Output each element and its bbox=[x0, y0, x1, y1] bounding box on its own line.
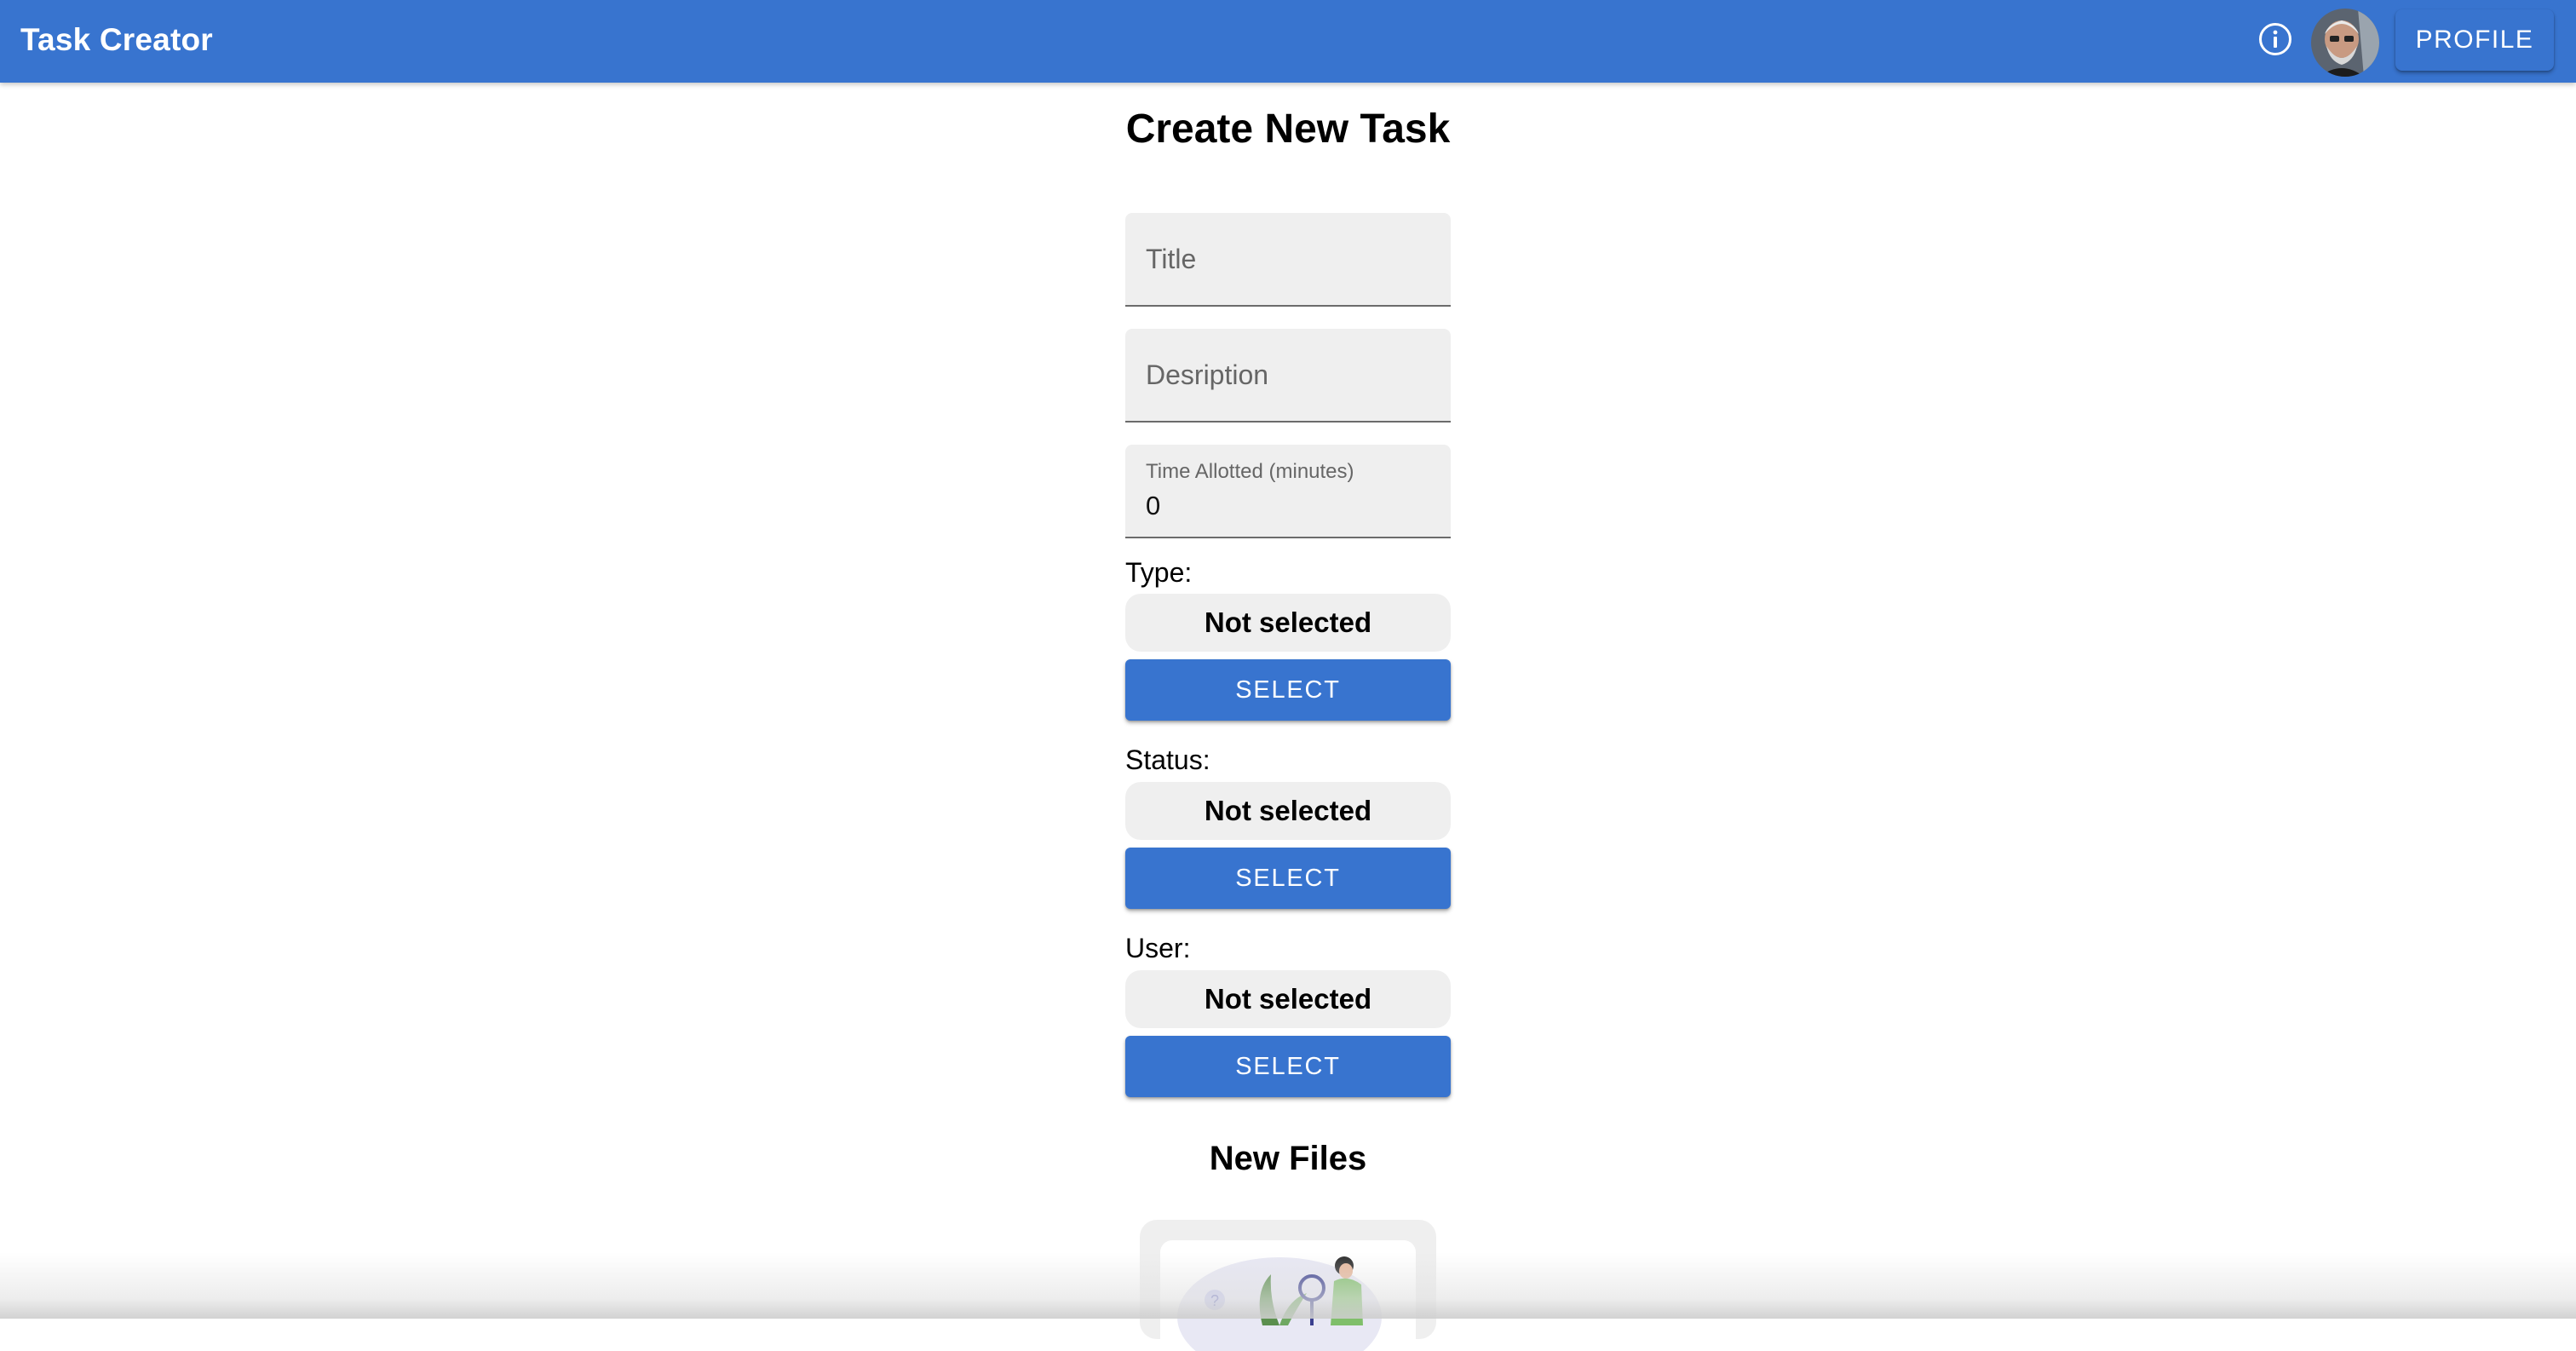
page-title: Create New Task bbox=[1125, 106, 1451, 152]
new-files-heading: New Files bbox=[1209, 1140, 1367, 1177]
type-select-button[interactable]: SELECT bbox=[1125, 659, 1451, 721]
type-label: Type: bbox=[1125, 557, 1193, 588]
status-label: Status: bbox=[1125, 744, 1210, 775]
user-label: User: bbox=[1125, 933, 1191, 963]
file-dropzone[interactable]: ? bbox=[1140, 1220, 1436, 1351]
user-select-button[interactable]: SELECT bbox=[1125, 1036, 1451, 1097]
title-placeholder: Title bbox=[1146, 244, 1197, 274]
avatar[interactable] bbox=[2311, 9, 2379, 77]
app-bar: Task Creator PROFILE bbox=[0, 0, 2576, 83]
description-placeholder: Desription bbox=[1146, 359, 1269, 390]
user-value-chip: Not selected bbox=[1125, 970, 1451, 1028]
time-allotted-label: Time Allotted (minutes) bbox=[1146, 460, 1354, 483]
profile-button[interactable]: PROFILE bbox=[2395, 9, 2554, 71]
time-allotted-value: 0 bbox=[1146, 491, 1161, 520]
time-allotted-field[interactable]: Time Allotted (minutes) 0 bbox=[1125, 445, 1451, 538]
file-search-illustration: ? bbox=[1160, 1240, 1416, 1351]
app-title: Task Creator bbox=[20, 22, 213, 57]
type-value-chip: Not selected bbox=[1125, 594, 1451, 652]
info-icon[interactable] bbox=[2257, 21, 2293, 57]
title-field[interactable]: Title bbox=[1125, 213, 1451, 307]
svg-text:?: ? bbox=[1210, 1292, 1219, 1309]
status-value-chip: Not selected bbox=[1125, 782, 1451, 840]
status-select-button[interactable]: SELECT bbox=[1125, 848, 1451, 909]
description-field[interactable]: Desription bbox=[1125, 329, 1451, 423]
